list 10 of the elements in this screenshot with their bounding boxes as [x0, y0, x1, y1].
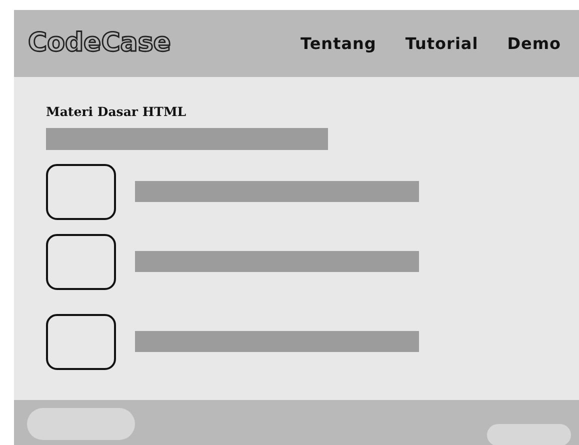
nav-link[interactable]: Demo	[507, 34, 561, 53]
logo: CodeCase	[28, 28, 171, 58]
pill-button[interactable]	[487, 424, 571, 445]
nav-link[interactable]: Tentang	[300, 34, 376, 53]
section-title: Materi Dasar HTML	[46, 104, 188, 120]
nav-link[interactable]: Tutorial	[405, 34, 478, 53]
thumbnail-placeholder	[46, 234, 116, 290]
thumbnail-placeholder	[46, 314, 116, 370]
thumbnail-placeholder	[46, 164, 116, 220]
pill-button[interactable]	[27, 408, 135, 440]
